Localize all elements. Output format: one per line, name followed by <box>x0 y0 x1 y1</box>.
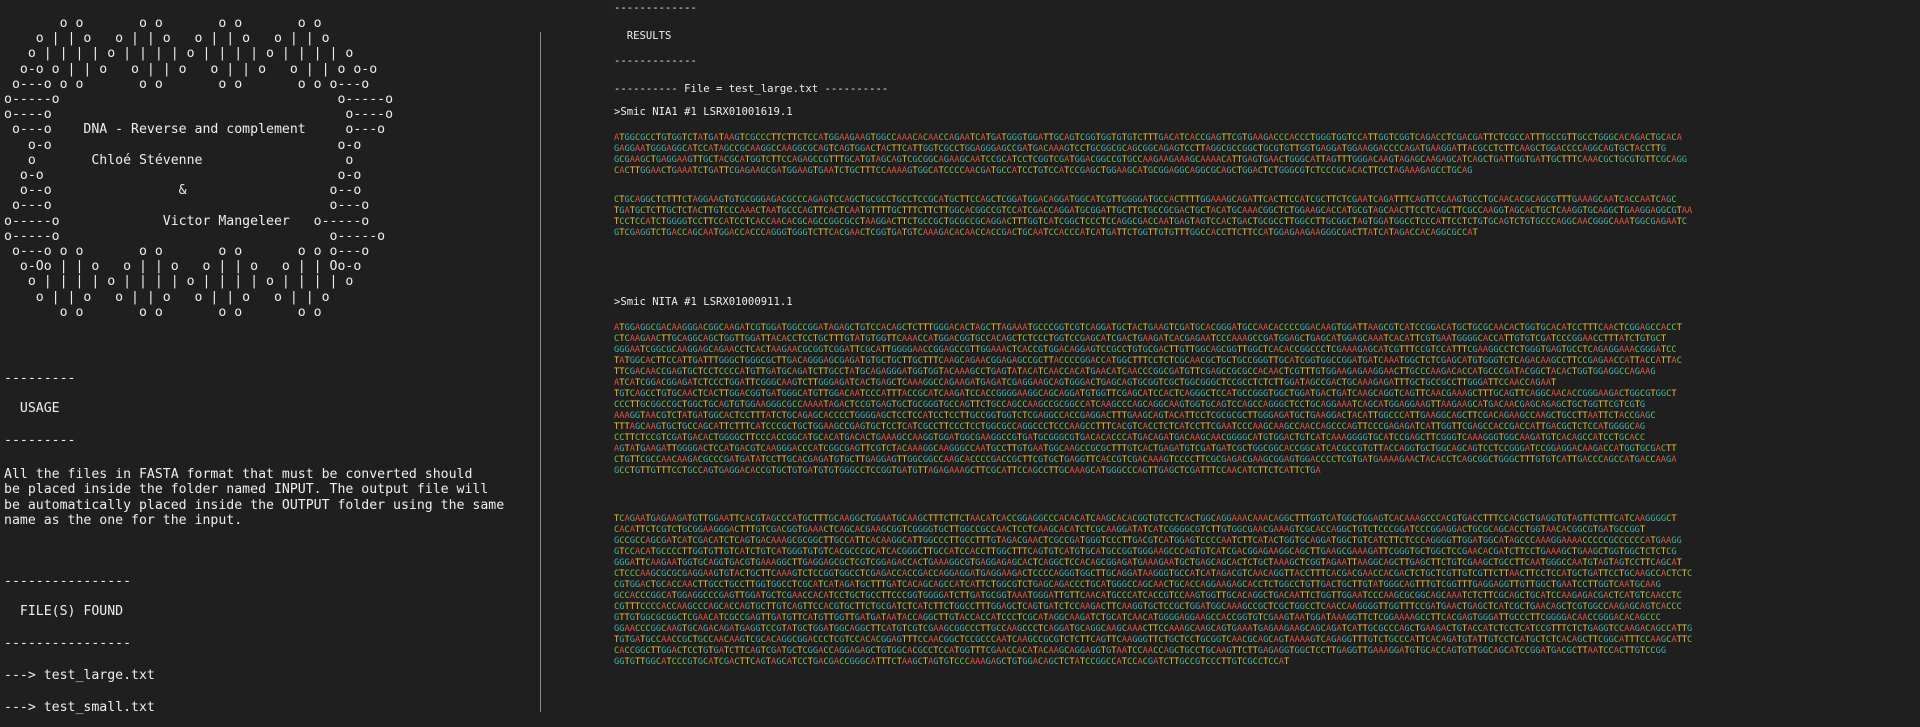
results-rule-bottom: ------------- <box>614 55 697 67</box>
results-heading-text: RESULTS <box>626 30 672 42</box>
current-file-header: ---------- File = test_large.txt -------… <box>614 83 889 95</box>
sequence-reverse-complement-block: CTGCAGGCTCTTTCTAGGAAGTGTGCGGGAGACGCCCAGA… <box>614 195 1693 238</box>
files-found-heading-text: FILE(S) FOUND <box>19 604 124 619</box>
usage-heading-text: USAGE <box>19 401 60 416</box>
files-rule-bottom: ---------------- <box>4 636 132 651</box>
results-rule-top: ------------- <box>614 2 697 14</box>
files-found-heading: FILE(S) FOUND <box>4 604 123 619</box>
usage-description: All the files in FASTA format that must … <box>4 467 505 529</box>
usage-heading: USAGE <box>4 401 60 416</box>
pane-divider <box>540 32 541 712</box>
ascii-dna-banner: o o o o o o o o o | | o o | | o o | | o … <box>4 16 394 320</box>
results-heading: RESULTS <box>614 30 672 42</box>
console-left-pane: o o o o o o o o o | | o o | | o o | | o … <box>0 0 540 727</box>
sequence-header: >Smic NIA1 #1 LSRX01001619.1 <box>614 106 793 118</box>
sequence-forward-block: ATGGCGCCTGTGGTCTATGATAAGTCGCCCTTCTTCTCCA… <box>614 133 1688 176</box>
sequence-reverse-complement-block: TCAGAATGAGAAGATGTTGGAATTCACGTAGCCCATGCTT… <box>614 514 1693 667</box>
sequence-header: >Smic NITA #1 LSRX01000911.1 <box>614 296 793 308</box>
file-entry-test-small[interactable]: ---> test_small.txt <box>4 700 155 715</box>
file-entry-test-large[interactable]: ---> test_large.txt <box>4 668 155 683</box>
files-rule-top: ---------------- <box>4 574 132 589</box>
usage-rule-top: --------- <box>4 371 76 386</box>
results-pane: ------------- RESULTS ------------- ----… <box>612 0 1920 727</box>
usage-rule-bottom: --------- <box>4 433 76 448</box>
sequence-forward-block: ATGGAGGCGACAAGGGACGGCAAGATCGTGGATGGCCGGA… <box>614 323 1682 476</box>
